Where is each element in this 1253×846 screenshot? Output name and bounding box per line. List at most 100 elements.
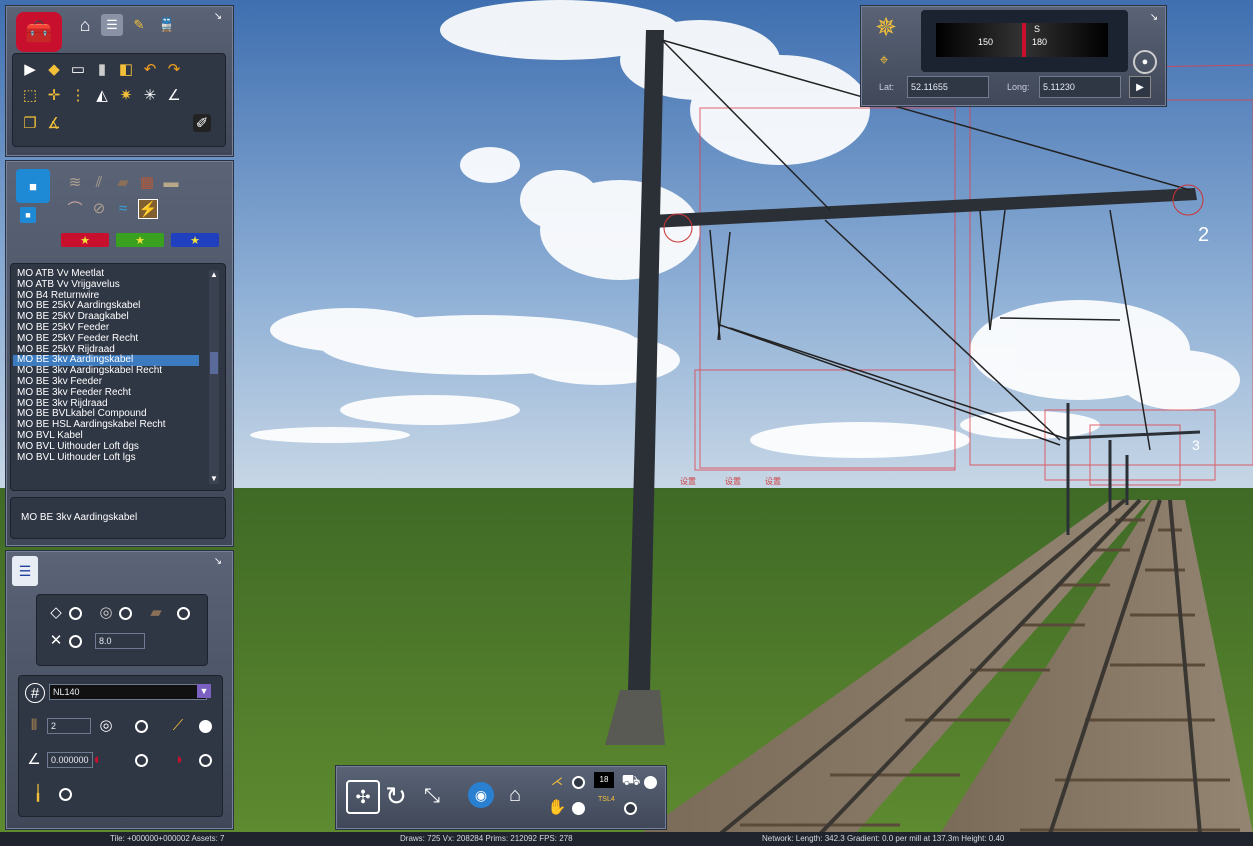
selected-asset-name: MO BE 3kv Aardingskabel [21, 512, 138, 523]
number-display[interactable]: 18 [594, 772, 614, 788]
go-button[interactable]: ▶ [1129, 76, 1151, 98]
camera-icon[interactable]: ◧ [117, 60, 135, 78]
bridge-asset-icon[interactable]: ⌒ [66, 199, 84, 218]
bend-radio[interactable] [135, 754, 148, 767]
copy-icon[interactable]: ❐ [21, 114, 39, 132]
scroll-up-icon[interactable]: ▲ [209, 270, 219, 280]
small-cube-icon[interactable]: ■ [20, 207, 36, 223]
train-icon[interactable]: 🚆 [156, 14, 178, 36]
spacing-field[interactable]: 8.0 [95, 633, 145, 649]
track-options: # NL140 ▼ ⦀ 2 ◎ ⟋ ∠ 0.000000 ◐ ◑ ╽ [18, 675, 223, 817]
redo-icon[interactable]: ↷ [165, 60, 183, 78]
status-bar: Tile: +000000+000002 Assets: 7 Draws: 72… [0, 832, 1253, 846]
home-icon[interactable]: ⌂ [502, 782, 528, 808]
cross-spline-radio[interactable] [69, 635, 82, 648]
curve-radio[interactable] [199, 720, 212, 733]
grid-icon: # [25, 683, 45, 703]
panel-collapse-icon[interactable]: ↘ [211, 9, 225, 23]
road-asset-icon[interactable]: ▰ [114, 173, 132, 191]
scroll-down-icon[interactable]: ▼ [209, 474, 219, 484]
spiral-radio[interactable] [135, 720, 148, 733]
hand-radio[interactable] [572, 802, 585, 815]
sparkle-icon[interactable]: ✷ [117, 86, 135, 104]
angle-field[interactable]: 0.000000 [47, 752, 93, 768]
wire-label: 设置 [680, 476, 696, 486]
add-object-icon[interactable]: ◆ [45, 60, 63, 78]
list-item[interactable]: MO BVL Uithouder Loft dgs [13, 441, 199, 453]
spline-icon: ◇ [50, 604, 62, 621]
angle-icon[interactable]: ∠ [165, 86, 183, 104]
water-asset-icon[interactable]: ≈ [114, 199, 132, 217]
favourite-blue-button[interactable]: ★ [171, 233, 219, 247]
undo-icon[interactable]: ↶ [141, 60, 159, 78]
list-item[interactable]: MO BVL Uithouder Loft lgs [13, 452, 199, 464]
cross-spline-icon: ✕ [49, 632, 63, 649]
layer-3d-icon[interactable]: ⋌ [548, 772, 566, 790]
rail-asset-icon[interactable]: ⫽ [90, 173, 108, 191]
marker-icon: ╽ [33, 785, 43, 802]
home-icon[interactable]: ⌂ [74, 14, 96, 36]
eraser-icon[interactable]: ◭ [93, 86, 111, 104]
track-asset-icon[interactable]: ≋ [66, 173, 84, 191]
chevron-down-icon[interactable]: ▼ [197, 684, 211, 698]
scroll-thumb[interactable] [210, 352, 218, 374]
tsl-radio[interactable] [624, 802, 637, 815]
layer-3d-radio[interactable] [572, 776, 585, 789]
tractor-radio[interactable] [644, 776, 657, 789]
spline-radio[interactable] [69, 607, 82, 620]
brick-asset-icon[interactable]: ▦ [138, 173, 156, 191]
wire-label: 设置 [725, 476, 741, 486]
list-item[interactable]: MO ATB Vv Vrijgavelus [13, 279, 199, 291]
asset-list[interactable]: MO ATB Vv Meetlat MO ATB Vv Vrijgavelus MO… [10, 263, 226, 491]
globe-icon[interactable]: ◉ [468, 782, 494, 808]
select-box-icon[interactable]: ⬚ [21, 86, 39, 104]
settings-icon[interactable]: ● [1133, 50, 1157, 74]
monitor-icon[interactable]: ▭ [69, 60, 87, 78]
orientation-icon[interactable]: ⌖ [873, 50, 895, 72]
tick-label: 150 [978, 37, 994, 47]
panel-collapse-icon[interactable]: ↘ [211, 554, 225, 568]
refresh-icon[interactable]: ↻ [382, 781, 410, 811]
maximize-icon[interactable]: ✣ [346, 780, 380, 814]
wire-asset-icon[interactable]: ⚡ [138, 199, 158, 219]
render-stats: Draws: 725 Vx: 208284 Prims: 212092 FPS:… [400, 834, 573, 843]
toolbox-icon[interactable]: 🧰 [16, 12, 62, 52]
heading-strip: S 150 180 [936, 23, 1108, 57]
gear-radio[interactable] [119, 607, 132, 620]
long-field[interactable]: 5.11230 [1039, 76, 1121, 98]
snap-icon[interactable]: ✳ [141, 86, 159, 104]
favourite-red-button[interactable]: ★ [61, 233, 109, 247]
lat-field[interactable]: 52.11655 [907, 76, 989, 98]
panel-collapse-icon[interactable]: ↘ [1147, 10, 1161, 24]
rail-radio[interactable] [177, 607, 190, 620]
compass-rose-icon[interactable]: ✵ [869, 10, 903, 44]
wall-asset-icon[interactable]: ▬ [162, 173, 180, 191]
paint-brush-icon[interactable]: ✎ [128, 14, 150, 36]
brush-icon[interactable]: ✐ [193, 114, 211, 132]
align-icon[interactable]: ⋮ [69, 86, 87, 104]
track-tool-icon[interactable]: ☰ [101, 14, 123, 36]
measure-icon[interactable]: ∡ [45, 114, 63, 132]
marker-radio[interactable] [59, 788, 72, 801]
list-scrollbar[interactable]: ▲ ▼ [209, 270, 219, 484]
favourite-green-button[interactable]: ★ [116, 233, 164, 247]
list-item[interactable]: MO BE 3kv Feeder Recht [13, 387, 199, 399]
curve-icon: ⟋ [172, 716, 184, 734]
object-icon[interactable]: ▶ [21, 60, 39, 78]
count-field[interactable]: 2 [47, 718, 91, 734]
properties-icon[interactable]: ☰ [12, 556, 38, 586]
hand-icon[interactable]: ✋ [548, 798, 567, 816]
selected-asset-box: MO BE 3kv Aardingskabel [10, 497, 226, 539]
tsl-label[interactable]: TSL4 [598, 796, 615, 803]
tunnel-asset-icon[interactable]: ⊘ [90, 199, 108, 217]
resize-icon[interactable]: ⤡ [418, 782, 446, 810]
trash-icon[interactable]: ▮ [93, 60, 111, 78]
list-item[interactable]: MO BE 25kV Feeder Recht [13, 333, 199, 345]
split-radio[interactable] [199, 754, 212, 767]
track-rule-select[interactable]: NL140 [49, 684, 207, 700]
tractor-icon[interactable]: ⛟ [622, 772, 641, 790]
cube-icon[interactable]: ■ [16, 169, 50, 203]
move-icon[interactable]: ✛ [45, 86, 63, 104]
asset-panel: ■ ■ ≋ ⫽ ▰ ▦ ▬ ⌒ ⊘ ≈ ⚡ ★ ★ ★ MO ATB Vv Me… [5, 160, 234, 547]
gear-icon: ◎ [99, 604, 113, 621]
